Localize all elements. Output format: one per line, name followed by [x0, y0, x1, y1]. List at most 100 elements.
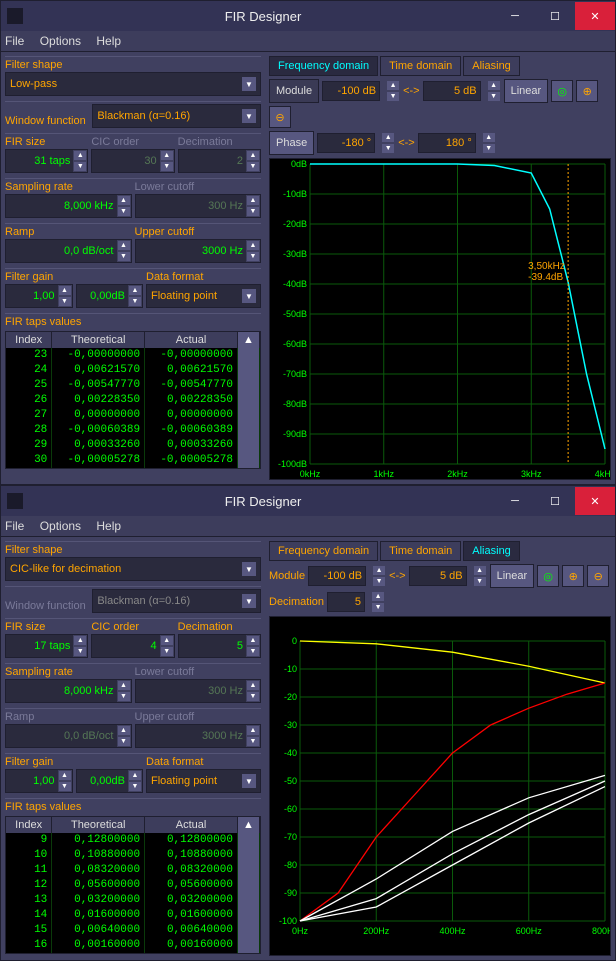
module-high[interactable]: 5 dB: [409, 566, 467, 586]
table-row[interactable]: 25-0,00547770-0,00547770: [6, 378, 260, 393]
window-fn-select[interactable]: Blackman (α=0.16)▼: [92, 104, 261, 128]
col-actual[interactable]: Actual: [145, 817, 238, 833]
tab-time[interactable]: Time domain: [380, 541, 461, 561]
ramp-input[interactable]: 0,0 dB/oct▲▼: [5, 239, 132, 263]
linear-button[interactable]: Linear: [504, 79, 549, 103]
cic-order-input[interactable]: 4▲▼: [91, 634, 174, 658]
tab-frequency[interactable]: Frequency domain: [269, 541, 378, 561]
filter-gain-label: Filter gain: [5, 756, 143, 768]
window-fn-select[interactable]: Blackman (α=0.16)▼: [92, 589, 261, 613]
fir-size-label: FIR size: [5, 136, 88, 148]
svg-text:600Hz: 600Hz: [516, 926, 543, 936]
col-index[interactable]: Index: [6, 817, 52, 833]
swap-icon[interactable]: <->: [389, 570, 406, 582]
gain-linear-input[interactable]: 1,00▲▼: [5, 769, 73, 793]
lower-cutoff-input[interactable]: 300 Hz▲▼: [135, 194, 262, 218]
module-high[interactable]: 5 dB: [423, 81, 481, 101]
svg-text:400Hz: 400Hz: [439, 926, 466, 936]
table-row[interactable]: 240,006215700,00621570: [6, 363, 260, 378]
scroll-up-icon[interactable]: ▲: [238, 332, 260, 348]
col-theoretical[interactable]: Theoretical: [52, 817, 145, 833]
titlebar[interactable]: FIR Designer ─ ☐ ✕: [1, 486, 615, 516]
phase-low[interactable]: -180 °: [317, 133, 375, 153]
module-low[interactable]: -100 dB: [308, 566, 366, 586]
scroll-up-icon[interactable]: ▲: [238, 817, 260, 833]
aliasing-chart[interactable]: 0-10-20-30-40-50-60-70-80-90-1000Hz200Hz…: [269, 616, 611, 956]
table-row[interactable]: 110,083200000,08320000: [6, 863, 260, 878]
col-actual[interactable]: Actual: [145, 332, 238, 348]
lower-cutoff-input[interactable]: 300 Hz▲▼: [135, 679, 262, 703]
swap-icon[interactable]: <->: [403, 85, 420, 97]
svg-text:-80: -80: [284, 860, 297, 870]
ramp-label: Ramp: [5, 711, 132, 723]
maximize-button[interactable]: ☐: [535, 487, 575, 515]
menu-options[interactable]: Options: [40, 519, 81, 533]
tab-time[interactable]: Time domain: [380, 56, 461, 76]
minimize-button[interactable]: ─: [495, 2, 535, 30]
window-title: FIR Designer: [31, 494, 495, 509]
phase-high[interactable]: 180 °: [418, 133, 476, 153]
table-row[interactable]: 23-0,00000000-0,00000000: [6, 348, 260, 363]
swap-icon[interactable]: <->: [398, 137, 415, 149]
spin-down-icon[interactable]: ▼: [73, 161, 87, 172]
spin-up-icon[interactable]: ▲: [73, 150, 87, 161]
menu-help[interactable]: Help: [96, 34, 121, 48]
table-row[interactable]: 90,128000000,12800000: [6, 833, 260, 848]
tab-frequency[interactable]: Frequency domain: [269, 56, 378, 76]
menu-file[interactable]: File: [5, 519, 24, 533]
col-theoretical[interactable]: Theoretical: [52, 332, 145, 348]
table-row[interactable]: 290,000332600,00033260: [6, 438, 260, 453]
table-row[interactable]: 140,016000000,01600000: [6, 908, 260, 923]
decimation-input[interactable]: 5▲▼: [178, 634, 261, 658]
upper-cutoff-input[interactable]: 3000 Hz▲▼: [135, 239, 262, 263]
zoom-target-icon[interactable]: ◎: [551, 80, 573, 102]
table-row[interactable]: 120,056000000,05600000: [6, 878, 260, 893]
zoom-in-icon[interactable]: ⊕: [562, 565, 584, 587]
table-row[interactable]: 270,000000000,00000000: [6, 408, 260, 423]
phase-button[interactable]: Phase: [269, 131, 314, 155]
menu-file[interactable]: File: [5, 34, 24, 48]
zoom-out-icon[interactable]: ⊖: [269, 106, 291, 128]
close-button[interactable]: ✕: [575, 487, 615, 515]
sampling-rate-input[interactable]: 8,000 kHz▲▼: [5, 679, 132, 703]
module-button[interactable]: Module: [269, 79, 319, 103]
data-format-select[interactable]: Floating point▼: [146, 769, 261, 793]
table-row[interactable]: 150,006400000,00640000: [6, 923, 260, 938]
zoom-out-icon[interactable]: ⊖: [587, 565, 609, 587]
table-row[interactable]: 260,002283500,00228350: [6, 393, 260, 408]
decimation-tb-input[interactable]: 5: [327, 592, 365, 612]
module-low[interactable]: -100 dB: [322, 81, 380, 101]
menu-options[interactable]: Options: [40, 34, 81, 48]
sampling-rate-input[interactable]: 8,000 kHz▲▼: [5, 194, 132, 218]
upper-cutoff-input[interactable]: 3000 Hz▲▼: [135, 724, 262, 748]
table-row[interactable]: 30-0,00005278-0,00005278: [6, 453, 260, 468]
tab-aliasing[interactable]: Aliasing: [463, 56, 520, 76]
fir-size-input[interactable]: 17 taps▲▼: [5, 634, 88, 658]
decimation-input[interactable]: 2▲▼: [178, 149, 261, 173]
gain-db-input[interactable]: 0,00dB▲▼: [76, 284, 144, 308]
fir-size-input[interactable]: 31 taps▲▼: [5, 149, 88, 173]
maximize-button[interactable]: ☐: [535, 2, 575, 30]
table-row[interactable]: 160,001600000,00160000: [6, 938, 260, 953]
titlebar[interactable]: FIR Designer ─ ☐ ✕: [1, 1, 615, 31]
col-index[interactable]: Index: [6, 332, 52, 348]
filter-shape-select[interactable]: CIC-like for decimation▼: [5, 557, 261, 581]
menu-help[interactable]: Help: [96, 519, 121, 533]
close-button[interactable]: ✕: [575, 2, 615, 30]
table-row[interactable]: 28-0,00060389-0,00060389: [6, 423, 260, 438]
zoom-target-icon[interactable]: ◎: [537, 565, 559, 587]
cic-order-input[interactable]: 30▲▼: [91, 149, 174, 173]
zoom-in-icon[interactable]: ⊕: [576, 80, 598, 102]
data-format-select[interactable]: Floating point▼: [146, 284, 261, 308]
table-row[interactable]: 130,032000000,03200000: [6, 893, 260, 908]
gain-db-input[interactable]: 0,00dB▲▼: [76, 769, 144, 793]
table-row[interactable]: 100,108800000,10880000: [6, 848, 260, 863]
filter-shape-select[interactable]: Low-pass▼: [5, 72, 261, 96]
tab-aliasing[interactable]: Aliasing: [463, 541, 520, 561]
gain-linear-input[interactable]: 1,00▲▼: [5, 284, 73, 308]
ramp-input[interactable]: 0,0 dB/oct▲▼: [5, 724, 132, 748]
linear-button[interactable]: Linear: [490, 564, 535, 588]
lower-cutoff-label: Lower cutoff: [135, 666, 262, 678]
minimize-button[interactable]: ─: [495, 487, 535, 515]
frequency-chart[interactable]: 0dB-10dB-20dB-30dB-40dB-50dB-60dB-70dB-8…: [269, 158, 611, 480]
